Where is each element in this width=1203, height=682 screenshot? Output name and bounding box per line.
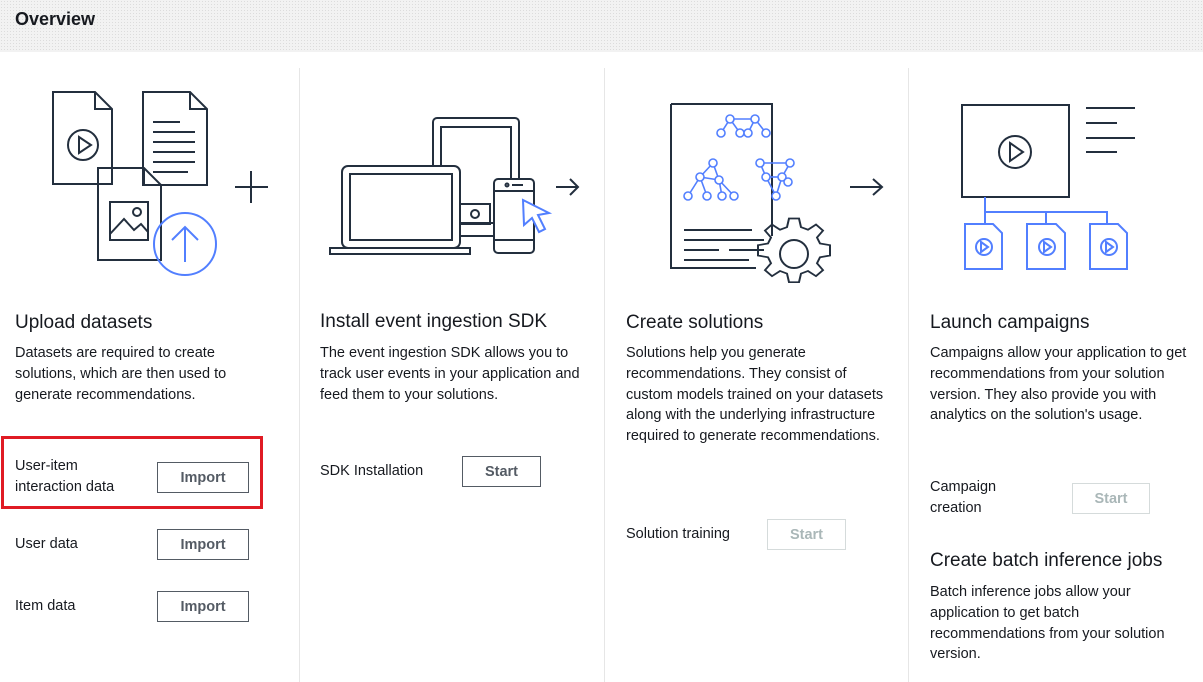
- campaigns-title: Launch campaigns: [930, 312, 1090, 333]
- sdk-devices-illustration: [329, 117, 580, 255]
- campaign-creation-label: Campaign creation: [930, 479, 997, 516]
- sdk-title: Install event ingestion SDK: [320, 311, 548, 332]
- user-item-interaction-label: User-item interaction data: [15, 458, 115, 495]
- column-divider: [299, 68, 300, 682]
- start-sdk-installation-button[interactable]: Start: [462, 456, 541, 487]
- upload-datasets-title: Upload datasets: [15, 312, 153, 333]
- item-data-label: Item data: [15, 598, 76, 614]
- batch-inference-description: Batch inference jobs allow your applicat…: [930, 584, 1165, 663]
- import-user-item-interaction-button[interactable]: Import: [157, 462, 249, 493]
- page-title: Overview: [15, 9, 96, 29]
- sdk-installation-label: SDK Installation: [320, 463, 424, 479]
- campaigns-illustration: [961, 104, 1135, 270]
- overview-header: Overview: [0, 0, 1203, 52]
- solution-training-label: Solution training: [626, 526, 730, 542]
- upload-datasets-description: Datasets are required to create solution…: [15, 345, 227, 403]
- start-campaign-creation-button[interactable]: Start: [1072, 483, 1150, 514]
- column-divider: [604, 68, 605, 682]
- solutions-title: Create solutions: [626, 312, 764, 333]
- batch-inference-title: Create batch inference jobs: [930, 550, 1163, 571]
- solutions-illustration: [670, 103, 884, 284]
- sdk-description: The event ingestion SDK allows you to tr…: [320, 345, 580, 403]
- import-item-data-button[interactable]: Import: [157, 591, 249, 622]
- user-data-label: User data: [15, 536, 78, 552]
- column-divider: [908, 68, 909, 682]
- solutions-description: Solutions help you generate recommendati…: [626, 345, 884, 445]
- import-user-data-button[interactable]: Import: [157, 529, 249, 560]
- campaigns-description: Campaigns allow your application to get …: [930, 345, 1187, 424]
- upload-datasets-illustration: [52, 91, 268, 276]
- start-solution-training-button[interactable]: Start: [767, 519, 846, 550]
